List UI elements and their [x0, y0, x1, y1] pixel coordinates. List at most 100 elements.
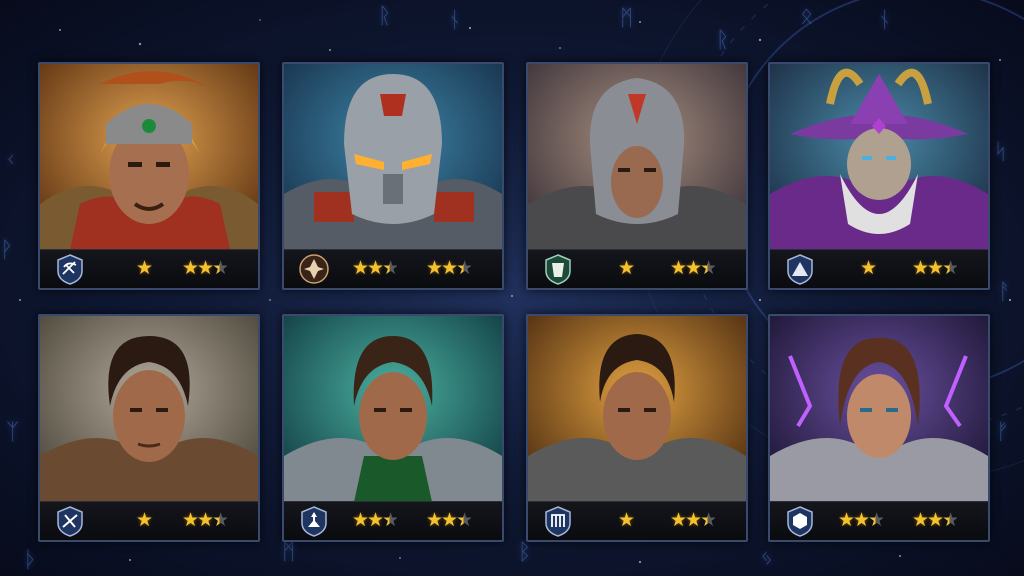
hero-card[interactable]: ★ ★★★	[526, 62, 748, 290]
hero-portrait	[40, 316, 258, 502]
star-half-icon: ★	[700, 509, 717, 531]
hero-secondary-rating: ★★★	[670, 509, 717, 531]
star-full-icon: ★	[685, 509, 702, 531]
shield-tower-icon	[545, 254, 571, 285]
star-full-icon: ★	[927, 509, 944, 531]
star-full-icon: ★	[367, 509, 384, 531]
hero-primary-rating: ★★★	[352, 509, 399, 531]
star-full-icon: ★	[352, 509, 369, 531]
star-full-icon: ★	[912, 509, 929, 531]
hero-portrait	[528, 316, 746, 502]
star-full-icon: ★	[136, 257, 153, 279]
hero-grid: ★ ★★★ ★★★ ★★★ ★ ★★★ ★ ★★★ ★ ★★★ ★★★ ★★★ …	[38, 62, 990, 542]
rune-glyph: ᚹ	[0, 238, 14, 263]
rune-glyph: ᚾ	[448, 8, 462, 33]
hero-primary-rating: ★	[136, 257, 153, 279]
star-full-icon: ★	[860, 257, 877, 279]
hero-card[interactable]: ★ ★★★	[38, 314, 260, 542]
knight-figure-icon	[301, 506, 327, 537]
hero-portrait	[528, 64, 746, 250]
hero-portrait	[284, 316, 502, 502]
hero-secondary-rating: ★★★	[182, 509, 229, 531]
star-full-icon: ★	[197, 509, 214, 531]
hero-primary-rating: ★★★	[352, 257, 399, 279]
star-full-icon: ★	[618, 509, 635, 531]
hero-card[interactable]: ★ ★★★	[38, 62, 260, 290]
rune-glyph: ᚲ	[4, 148, 18, 173]
rune-glyph: ᛗ	[620, 6, 634, 31]
hero-secondary-rating: ★★★	[912, 257, 959, 279]
star-full-icon: ★	[197, 257, 214, 279]
crossed-blades-icon	[57, 506, 83, 537]
star-full-icon: ★	[426, 257, 443, 279]
rune-glyph: ᚾ	[878, 8, 892, 33]
hero-secondary-rating: ★★★	[670, 257, 717, 279]
hero-card[interactable]: ★★★ ★★★	[282, 62, 504, 290]
hero-portrait	[770, 316, 988, 502]
star-full-icon: ★	[136, 509, 153, 531]
rune-glyph: ᛟ	[800, 4, 814, 29]
rune-glyph: ᛗ	[282, 540, 296, 565]
hero-card[interactable]: ★★★ ★★★	[768, 314, 990, 542]
hero-primary-rating: ★	[618, 257, 635, 279]
hero-info-bar: ★★★ ★★★	[284, 501, 502, 540]
hero-info-bar: ★ ★★★	[40, 249, 258, 288]
star-full-icon: ★	[912, 257, 929, 279]
hero-info-bar: ★ ★★★	[770, 249, 988, 288]
hero-portrait	[284, 64, 502, 250]
crest-emblem-icon	[299, 254, 329, 284]
hero-card[interactable]: ★★★ ★★★	[282, 314, 504, 542]
hero-info-bar: ★★★ ★★★	[770, 501, 988, 540]
rune-glyph: ᛃ	[760, 546, 774, 571]
star-half-icon: ★	[382, 509, 399, 531]
mountain-peak-icon	[787, 254, 813, 285]
star-full-icon: ★	[838, 509, 855, 531]
star-half-icon: ★	[700, 257, 717, 279]
rune-glyph: ᛉ	[6, 420, 20, 445]
rune-glyph: ᚱ	[716, 28, 730, 53]
star-full-icon: ★	[618, 257, 635, 279]
star-full-icon: ★	[182, 509, 199, 531]
hex-crest-icon	[787, 506, 813, 537]
hero-primary-rating: ★	[136, 509, 153, 531]
rune-glyph: ᚱ	[378, 4, 392, 29]
star-full-icon: ★	[426, 509, 443, 531]
blade-swirl-icon	[57, 254, 83, 285]
rune-glyph: ᛋ	[994, 140, 1008, 165]
star-full-icon: ★	[352, 257, 369, 279]
star-full-icon: ★	[670, 509, 687, 531]
hero-portrait	[770, 64, 988, 250]
star-full-icon: ★	[685, 257, 702, 279]
star-full-icon: ★	[670, 257, 687, 279]
hero-card[interactable]: ★ ★★★	[768, 62, 990, 290]
star-full-icon: ★	[441, 509, 458, 531]
hero-secondary-rating: ★★★	[426, 509, 473, 531]
hero-info-bar: ★ ★★★	[528, 501, 746, 540]
hero-primary-rating: ★★★	[838, 509, 885, 531]
rune-glyph: ᚠ	[996, 420, 1010, 445]
star-full-icon: ★	[441, 257, 458, 279]
hero-secondary-rating: ★★★	[182, 257, 229, 279]
gate-rune-icon	[545, 506, 571, 537]
hero-secondary-rating: ★★★	[912, 509, 959, 531]
hero-info-bar: ★ ★★★	[528, 249, 746, 288]
star-half-icon: ★	[942, 509, 959, 531]
hero-primary-rating: ★	[860, 257, 877, 279]
star-half-icon: ★	[868, 509, 885, 531]
rune-glyph: ᚨ	[998, 280, 1012, 305]
star-half-icon: ★	[212, 509, 229, 531]
star-full-icon: ★	[182, 257, 199, 279]
rune-glyph: ᚦ	[24, 548, 38, 573]
hero-secondary-rating: ★★★	[426, 257, 473, 279]
star-full-icon: ★	[367, 257, 384, 279]
hero-info-bar: ★★★ ★★★	[284, 249, 502, 288]
hero-portrait	[40, 64, 258, 250]
star-half-icon: ★	[456, 509, 473, 531]
star-full-icon: ★	[853, 509, 870, 531]
star-full-icon: ★	[927, 257, 944, 279]
hero-card[interactable]: ★ ★★★	[526, 314, 748, 542]
star-half-icon: ★	[942, 257, 959, 279]
star-half-icon: ★	[382, 257, 399, 279]
star-half-icon: ★	[212, 257, 229, 279]
hero-primary-rating: ★	[618, 509, 635, 531]
